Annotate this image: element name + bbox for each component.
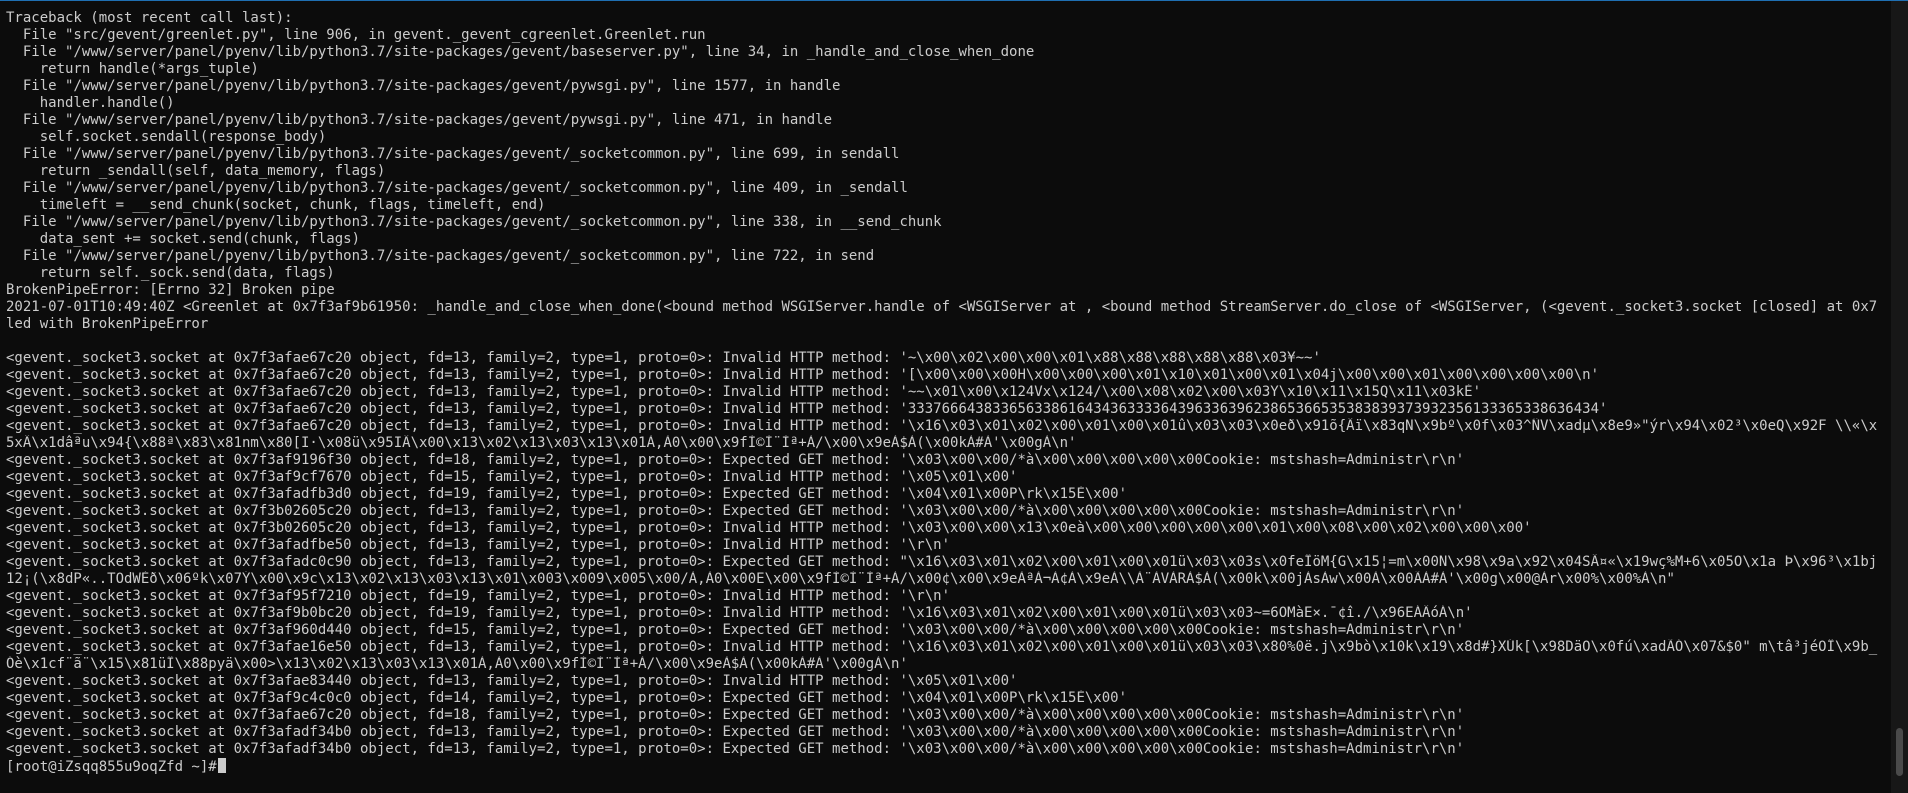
terminal-line: 12¡(\x8dP«..TÕdWÈð\x06ºk\x07Ý\x00\x9c\x1… [6,571,1675,587]
terminal-line: File "/www/server/panel/pyenv/lib/python… [6,248,875,264]
terminal-line: <gevent._socket3.socket at 0x7f3afadc0c9… [6,554,1878,570]
terminal-line: <gevent._socket3.socket at 0x7f3af9b0bc2… [6,605,1473,621]
terminal-line: <gevent._socket3.socket at 0x7f3afadfbe5… [6,537,951,553]
terminal-line: <gevent._socket3.socket at 0x7f3af95f721… [6,588,951,604]
terminal-line: 2021-07-01T10:49:40Z <Greenlet at 0x7f3a… [6,299,1878,315]
terminal-line: File "/www/server/panel/pyenv/lib/python… [6,146,900,162]
terminal-line: <gevent._socket3.socket at 0x7f3afadfb3d… [6,486,1128,502]
terminal-line: <gevent._socket3.socket at 0x7f3afadf34b… [6,741,1465,757]
terminal-line: <gevent._socket3.socket at 0x7f3afadf34b… [6,724,1465,740]
terminal-line: timeleft = __send_chunk(socket, chunk, f… [6,197,546,213]
scrollbar-thumb[interactable] [1896,728,1903,776]
terminal-line: <gevent._socket3.socket at 0x7f3afae16e5… [6,639,1878,655]
shell-prompt: [root@iZsqq855u9oqZfd ~]# [6,759,217,775]
terminal-line: Óè\x1cf¨ã¨\x15\x81üÏ\x88pyä\x00>\x13\x02… [6,656,908,672]
terminal-line: File "/www/server/panel/pyenv/lib/python… [6,78,841,94]
terminal-line: <gevent._socket3.socket at 0x7f3afae67c2… [6,384,1482,400]
terminal-line: File "/www/server/panel/pyenv/lib/python… [6,112,833,128]
terminal-output[interactable]: Traceback (most recent call last): File … [6,10,1878,793]
terminal-line: 5xÂ\x1dâªu\x94{\x88ª\x83\x81nm\x80[I·\x0… [6,435,1077,451]
terminal-line: return _sendall(self, data_memory, flags… [6,163,386,179]
terminal-line: data_sent += socket.send(chunk, flags) [6,231,361,247]
terminal-line: <gevent._socket3.socket at 0x7f3af9196f3… [6,452,1465,468]
terminal-line: File "/www/server/panel/pyenv/lib/python… [6,44,1035,60]
terminal-line: return handle(*args_tuple) [6,61,259,77]
terminal-line: File "src/gevent/greenlet.py", line 906,… [6,27,706,43]
terminal-line: File "/www/server/panel/pyenv/lib/python… [6,214,942,230]
terminal-window: Traceback (most recent call last): File … [0,0,1908,793]
terminal-line: <gevent._socket3.socket at 0x7f3af960d44… [6,622,1465,638]
terminal-line: <gevent._socket3.socket at 0x7f3afae67c2… [6,367,1600,383]
terminal-line: <gevent._socket3.socket at 0x7f3b02605c2… [6,503,1465,519]
terminal-line: handler.handle() [6,95,175,111]
terminal-line: Traceback (most recent call last): [6,10,293,26]
terminal-line: <gevent._socket3.socket at 0x7f3afae67c2… [6,707,1465,723]
shell-prompt-line[interactable]: [root@iZsqq855u9oqZfd ~]# [6,758,1878,775]
terminal-line: <gevent._socket3.socket at 0x7f3b02605c2… [6,520,1532,536]
terminal-line: <gevent._socket3.socket at 0x7f3af9c4c0c… [6,690,1128,706]
terminal-line: BrokenPipeError: [Errno 32] Broken pipe [6,282,335,298]
terminal-line: return self._sock.send(data, flags) [6,265,335,281]
terminal-line: <gevent._socket3.socket at 0x7f3afae67c2… [6,350,1321,366]
terminal-line: <gevent._socket3.socket at 0x7f3afae67c2… [6,418,1878,434]
terminal-line: <gevent._socket3.socket at 0x7f3afae8344… [6,673,1018,689]
terminal-line: <gevent._socket3.socket at 0x7f3af9cf767… [6,469,1018,485]
text-cursor [217,758,226,773]
vertical-scrollbar[interactable] [1891,1,1908,793]
terminal-line: self.socket.sendall(response_body) [6,129,327,145]
terminal-line: <gevent._socket3.socket at 0x7f3afae67c2… [6,401,1608,417]
terminal-line: led with BrokenPipeError [6,316,209,332]
terminal-line: File "/www/server/panel/pyenv/lib/python… [6,180,908,196]
